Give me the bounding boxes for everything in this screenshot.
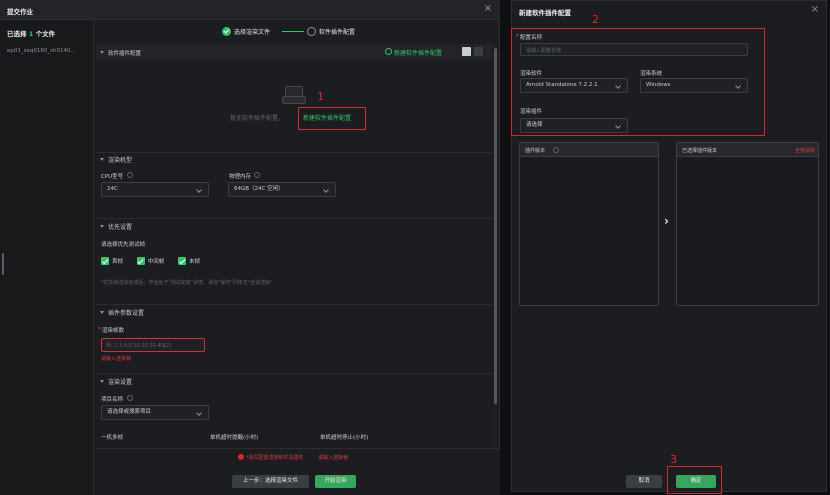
frames-section-title[interactable]: 插件参数设置	[100, 308, 144, 317]
new-plugin-config-link[interactable]: 新建软件插件配置	[394, 48, 442, 57]
start-render-button[interactable]: 开始渲染	[315, 475, 356, 488]
divider	[96, 218, 492, 219]
memory-label: 物理内存	[229, 174, 252, 180]
step-2-label: 软件插件配置	[319, 29, 356, 36]
timeout-remind-label: 单机超时提醒(小时)	[210, 435, 259, 441]
divider	[96, 373, 492, 374]
plugin-version-panel: 插件版本	[519, 142, 659, 306]
empty-state-line: 暂无软件插件配置，	[230, 113, 284, 122]
project-label: 项目名称	[101, 397, 124, 403]
cancel-button[interactable]: 取消	[626, 475, 662, 488]
annotation-box-1	[298, 107, 366, 130]
divider	[96, 304, 492, 305]
first-frame-checkbox[interactable]: 首帧	[101, 257, 123, 265]
step-2-circle-icon	[307, 27, 316, 36]
dialog-title-bar: 新建软件插件配置 ×	[512, 1, 826, 22]
checkbox-icon	[101, 257, 109, 265]
new-plugin-config-dialog: 新建软件插件配置 × * 配置名称 请输入配置名称 渲染软件 Arnold St…	[511, 0, 827, 494]
frames-error: 请输入渲染帧	[101, 356, 132, 362]
selected-version-title: 已选择插件版本	[682, 148, 718, 154]
timeout-stop-label: 单机超时停止(小时)	[320, 435, 369, 441]
selected-version-panel: 已选择插件版本 全部清除	[676, 142, 819, 306]
prev-step-button[interactable]: 上一步：选择渲染文件	[232, 475, 309, 488]
multi-frame-label: 一机多帧	[101, 435, 124, 441]
checkbox-icon	[136, 257, 145, 265]
annotation-3: 3	[670, 453, 677, 466]
priority-options: 首帧 中间帧 末帧	[101, 257, 200, 265]
close-icon[interactable]: ×	[811, 4, 819, 15]
plugin-section-header: 软件插件配置 新建软件插件配置	[96, 44, 492, 60]
dialog-footer: *请先配置渲染软件及插件 请输入渲染帧 上一步：选择渲染文件 开始渲染	[96, 448, 500, 495]
annotation-box-3	[667, 466, 722, 494]
project-select[interactable]: 请选择或搜索项目	[101, 405, 209, 420]
cpu-label: CPU型号	[101, 174, 124, 180]
submit-job-dialog: 提交作业 × 已选择 1 个文件 ep01_seq0180_sh0140... …	[0, 0, 500, 495]
checkbox-icon	[178, 257, 187, 265]
info-icon	[254, 172, 260, 178]
dialog-title: 新建软件插件配置	[519, 9, 571, 17]
render-model-title[interactable]: 渲染机型	[100, 155, 132, 164]
dialog-title: 提交作业	[7, 8, 33, 16]
info-icon	[127, 172, 133, 178]
selected-count-line: 已选择 1 个文件	[7, 30, 56, 38]
priority-desc: 请选择优先测试帧	[101, 242, 146, 248]
memory-select[interactable]: 64GB（24C 空闲）	[228, 182, 336, 197]
render-settings-title[interactable]: 渲染设置	[100, 377, 132, 386]
middle-frame-checkbox[interactable]: 中间帧	[136, 257, 164, 265]
warning-icon	[238, 454, 244, 460]
annotation-2: 2	[592, 13, 599, 26]
annotation-1: 1	[317, 90, 324, 103]
file-list-item[interactable]: ep01_seq0180_sh0140...	[7, 48, 76, 54]
dialog-title-bar: 提交作业 ×	[0, 0, 500, 20]
frames-input-placeholder: 例: 1,3,4,5,10-20,35-40[2]	[106, 343, 172, 349]
info-icon	[127, 395, 133, 401]
priority-title[interactable]: 优先设置	[100, 222, 132, 231]
cpu-select[interactable]: 24C	[101, 182, 209, 197]
priority-note: *优先帧渲染完成后，作业处于"测试完成"状态，请在"操作"列单击"全速渲染"	[101, 280, 273, 286]
grid-view-icon[interactable]	[462, 47, 471, 56]
selected-version-header: 已选择插件版本 全部清除	[677, 143, 818, 157]
last-frame-checkbox[interactable]: 末帧	[178, 257, 200, 265]
scrollbar-thumb[interactable]	[494, 48, 497, 404]
required-asterisk: *	[98, 326, 101, 333]
footer-warning-2: 请输入渲染帧	[318, 455, 349, 461]
empty-box-lid-icon	[282, 96, 306, 104]
list-view-icon[interactable]	[474, 47, 483, 56]
clear-all-link[interactable]: 全部清除	[795, 147, 815, 154]
step-indicator: 选择渲染文件 软件插件配置	[222, 26, 382, 38]
annotation-box-2	[511, 28, 765, 136]
plugin-section-title: 软件插件配置	[100, 49, 141, 57]
plugin-version-title: 插件版本	[525, 148, 546, 154]
step-connector	[282, 31, 304, 32]
step-1-label: 选择渲染文件	[234, 29, 271, 36]
selected-count: 1	[28, 30, 34, 38]
close-icon[interactable]: ×	[484, 3, 492, 14]
footer-warning: *请先配置渲染软件及插件	[246, 455, 304, 461]
sidebar-resize-handle[interactable]	[2, 253, 4, 275]
gear-icon	[385, 48, 392, 55]
render-model-section	[96, 152, 492, 153]
empty-state-text: 暂无软件插件配置，	[230, 115, 285, 122]
plugin-version-header: 插件版本	[520, 143, 658, 157]
transfer-arrow-icon[interactable]: ›	[664, 214, 669, 228]
frames-input[interactable]: 例: 1,3,4,5,10-20,35-40[2]	[101, 338, 205, 352]
info-icon	[553, 147, 559, 153]
file-sidebar: 已选择 1 个文件 ep01_seq0180_sh0140...	[0, 21, 94, 495]
frames-label: 渲染帧数	[102, 328, 125, 334]
